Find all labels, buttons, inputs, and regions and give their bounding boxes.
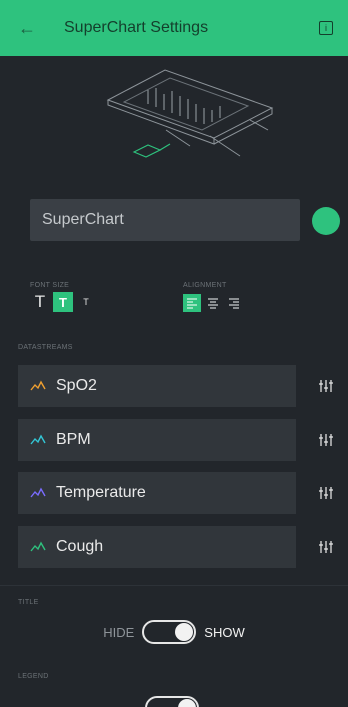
datastream-name: Temperature [56,484,146,501]
datastream-item[interactable]: SpO2 [18,365,296,407]
align-center-button[interactable] [204,294,222,312]
legend-toggle-row [0,696,348,707]
title-toggle-row: HIDE SHOW [0,620,348,644]
datastreams-label: DATASTREAMS [18,344,73,351]
font-size-small-button[interactable]: T [76,292,96,312]
sliders-icon[interactable] [318,540,334,554]
section-divider [0,585,348,586]
info-icon: i [325,23,327,33]
sliders-icon[interactable] [318,379,334,393]
page-title: SuperChart Settings [64,19,209,36]
datastream-item[interactable]: Temperature [18,472,296,514]
color-picker-button[interactable] [312,207,340,235]
alignment-label: ALIGNMENT [183,282,227,289]
line-chart-icon [30,487,46,498]
font-size-large-button[interactable]: T [30,292,50,312]
align-left-button[interactable] [183,294,201,312]
info-button[interactable]: i [319,21,333,35]
legend-section-label: LEGEND [18,673,49,680]
datastream-name: BPM [56,431,91,448]
sliders-icon[interactable] [318,486,334,500]
superchart-illustration [106,69,274,158]
title-section-label: TITLE [18,599,39,606]
title-hide-label[interactable]: HIDE [103,625,134,640]
align-center-icon [208,298,218,309]
align-left-icon [187,298,197,309]
legend-toggle-switch[interactable] [145,696,199,707]
align-right-icon [229,298,239,309]
sliders-icon[interactable] [318,433,334,447]
datastream-item[interactable]: Cough [18,526,296,568]
alignment-selector [183,294,243,312]
toggle-knob [175,623,194,641]
font-size-selector: T T T [30,292,96,312]
title-toggle-switch[interactable] [142,620,197,644]
line-chart-icon [30,380,46,391]
app-header: ← SuperChart Settings i [0,0,348,56]
datastream-name: SpO2 [56,377,97,394]
arrow-left-icon: ← [18,17,36,38]
line-chart-icon [30,434,46,445]
back-button[interactable]: ← [0,0,54,56]
datastream-name: Cough [56,538,104,555]
line-chart-icon [30,541,46,552]
widget-name-input[interactable]: SuperChart [30,199,300,241]
align-right-button[interactable] [225,294,243,312]
title-show-label[interactable]: SHOW [204,625,244,640]
font-size-label: FONT SIZE [30,282,70,289]
toggle-knob [178,699,196,707]
font-size-medium-button[interactable]: T [53,292,73,312]
datastream-item[interactable]: BPM [18,419,296,461]
